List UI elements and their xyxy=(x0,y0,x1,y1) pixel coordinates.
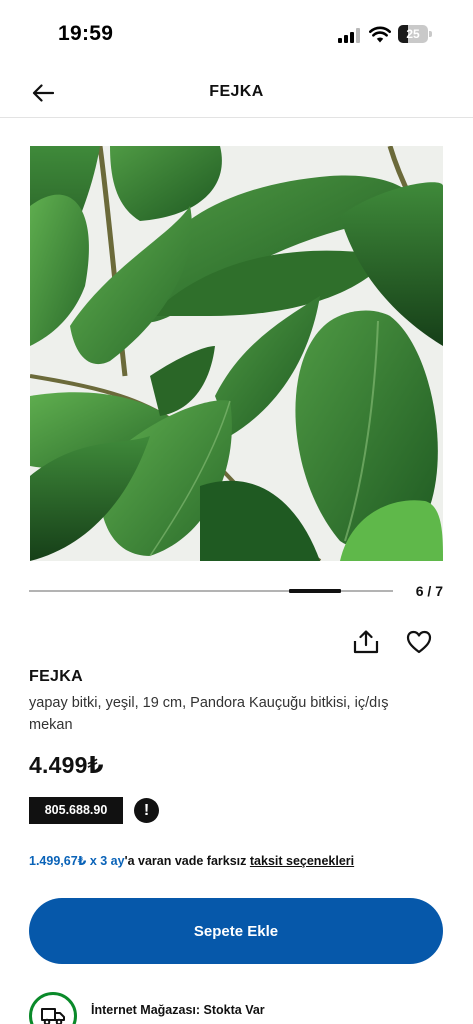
gallery-progress-fill xyxy=(289,589,341,593)
add-to-cart-button[interactable]: Sepete Ekle xyxy=(29,898,443,964)
gallery-page-counter: 6 / 7 xyxy=(415,583,443,599)
installment-info: 1.499,67₺ x 3 ay'a varan vade farksız ta… xyxy=(29,853,354,868)
gallery-progress-bar xyxy=(29,589,393,593)
wifi-icon xyxy=(369,26,391,43)
battery-level: 25 xyxy=(406,27,420,41)
stock-status-label: İnternet Mağazası: Stokta Var xyxy=(91,1003,265,1017)
battery-icon: 25 xyxy=(398,25,432,43)
back-button[interactable] xyxy=(26,78,60,108)
exclamation-icon[interactable]: ! xyxy=(134,798,159,823)
status-bar: 19:59 25 xyxy=(0,0,473,70)
plant-leaves-image xyxy=(30,146,443,561)
share-icon xyxy=(353,630,379,654)
installment-text: 'a varan vade farksız xyxy=(124,854,250,868)
installment-amount: 1.499,67₺ x 3 ay xyxy=(29,854,125,868)
status-time: 19:59 xyxy=(58,22,114,45)
page-title: FEJKA xyxy=(209,83,264,100)
product-description: yapay bitki, yeşil, 19 cm, Pandora Kauçu… xyxy=(29,695,389,733)
delivery-truck-icon xyxy=(29,992,77,1024)
product-price: 4.499₺ xyxy=(29,752,104,778)
heart-icon xyxy=(406,630,432,654)
share-button[interactable] xyxy=(352,629,380,655)
product-name: FEJKA xyxy=(29,668,83,685)
cellular-signal-icon xyxy=(338,28,362,43)
nav-bar: FEJKA xyxy=(0,70,473,118)
arrow-left-icon xyxy=(32,84,54,102)
installment-options-link[interactable]: taksit seçenekleri xyxy=(250,854,354,868)
favorite-button[interactable] xyxy=(405,629,433,655)
product-image[interactable] xyxy=(30,146,443,561)
article-number-badge: 805.688.90 xyxy=(29,797,123,824)
